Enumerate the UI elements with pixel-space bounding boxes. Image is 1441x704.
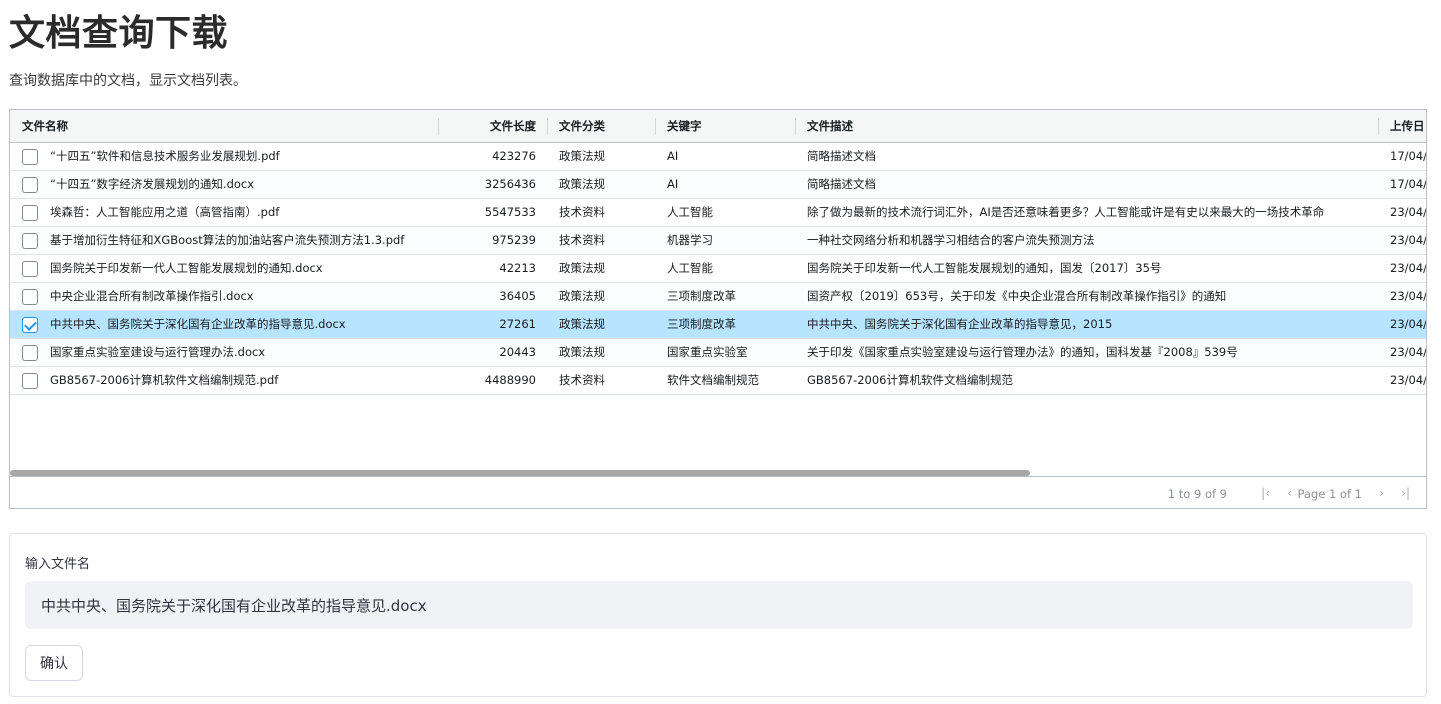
checkbox-icon[interactable] <box>22 177 38 193</box>
column-header-name[interactable]: 文件名称 <box>22 110 68 143</box>
filename-label: 输入文件名 <box>25 557 91 572</box>
cell-upload-date: 23/04/ <box>1390 205 1427 219</box>
cell-file-size: 42213 <box>499 261 536 275</box>
cell-file-name: 国家重点实验室建设与运行管理办法.docx <box>50 345 266 359</box>
cell-description: 国资产权〔2019〕653号，关于印发《中央企业混合所有制改革操作指引》的通知 <box>807 289 1227 303</box>
cell-file-category: 技术资料 <box>559 205 605 219</box>
cell-keyword: 三项制度改革 <box>667 317 736 331</box>
column-resize-handle[interactable] <box>438 118 439 135</box>
checkbox-icon[interactable] <box>22 149 38 165</box>
cell-upload-date: 23/04/ <box>1390 317 1427 331</box>
cell-file-category: 政策法规 <box>559 149 605 163</box>
cell-file-name: 埃森哲：人工智能应用之道（高管指南）.pdf <box>50 205 280 219</box>
cell-description: 中共中央、国务院关于深化国有企业改革的指导意见，2015 <box>807 317 1113 331</box>
table-row[interactable]: “十四五”软件和信息技术服务业发展规划.pdf 423276 政策法规 AI 简略描述文… <box>10 143 1426 171</box>
cell-file-name: 国务院关于印发新一代人工智能发展规划的通知.docx <box>50 261 323 275</box>
cell-file-size: 4488990 <box>484 373 536 387</box>
cell-file-size: 20443 <box>499 345 536 359</box>
grid-header: 文件名称 文件长度 文件分类 关键字 文件描述 上传日 <box>10 110 1426 143</box>
cell-keyword: AI <box>667 149 679 163</box>
cell-file-size: 5547533 <box>484 205 536 219</box>
cell-keyword: AI <box>667 177 679 191</box>
cell-description: GB8567-2006计算机软件文档编制规范 <box>807 373 1013 387</box>
cell-keyword: 人工智能 <box>667 261 713 275</box>
cell-description: 简略描述文档 <box>807 177 876 191</box>
cell-keyword: 软件文档编制规范 <box>667 373 759 387</box>
column-header-category[interactable]: 文件分类 <box>559 110 605 143</box>
cell-file-size: 3256436 <box>484 177 536 191</box>
checkbox-icon[interactable] <box>22 205 38 221</box>
table-row[interactable]: 国家重点实验室建设与运行管理办法.docx 20443 政策法规 国家重点实验室 关于印… <box>10 339 1426 367</box>
cell-keyword: 国家重点实验室 <box>667 345 748 359</box>
cell-file-category: 技术资料 <box>559 373 605 387</box>
checkbox-icon[interactable] <box>22 233 38 249</box>
table-row[interactable]: 中共中央、国务院关于深化国有企业改革的指导意见.docx 27261 政策法规 三项制… <box>10 311 1426 339</box>
cell-file-category: 技术资料 <box>559 233 605 247</box>
cell-keyword: 三项制度改革 <box>667 289 736 303</box>
pagination-bar: 1 to 9 of 9 |‹ ‹ Page 1 of 1 › ›| <box>10 476 1426 508</box>
cell-file-size: 27261 <box>499 317 536 331</box>
grid-body: “十四五”软件和信息技术服务业发展规划.pdf 423276 政策法规 AI 简略描述文… <box>10 143 1426 473</box>
column-resize-handle[interactable] <box>655 118 656 135</box>
column-header-upload-date[interactable]: 上传日 <box>1390 110 1425 143</box>
checkbox-checked-icon[interactable] <box>22 317 38 333</box>
first-page-icon[interactable]: |‹ <box>1261 486 1270 500</box>
cell-file-name: 基于增加衍生特征和XGBoost算法的加油站客户流失预测方法1.3.pdf <box>50 233 405 247</box>
cell-file-size: 975239 <box>492 233 536 247</box>
page-subtitle: 查询数据库中的文档，显示文档列表。 <box>9 73 247 89</box>
column-header-keyword[interactable]: 关键字 <box>667 110 702 143</box>
cell-description: 一种社交网络分析和机器学习相结合的客户流失预测方法 <box>807 233 1095 247</box>
column-resize-handle[interactable] <box>1378 118 1379 135</box>
checkbox-icon[interactable] <box>22 289 38 305</box>
cell-upload-date: 23/04/ <box>1390 373 1427 387</box>
column-header-description[interactable]: 文件描述 <box>807 110 853 143</box>
cell-file-category: 政策法规 <box>559 261 605 275</box>
cell-file-category: 政策法规 <box>559 289 605 303</box>
filename-input[interactable] <box>25 581 1413 629</box>
table-row[interactable]: “十四五”数字经济发展规划的通知.docx 3256436 政策法规 AI 简略描述文档… <box>10 171 1426 199</box>
cell-file-size: 423276 <box>492 149 536 163</box>
cell-description: 简略描述文档 <box>807 149 876 163</box>
documents-grid: 文件名称 文件长度 文件分类 关键字 文件描述 上传日 “十四五”软件和信息技术… <box>9 109 1427 509</box>
cell-file-name: 中央企业混合所有制改革操作指引.docx <box>50 289 254 303</box>
cell-file-name: 中共中央、国务院关于深化国有企业改革的指导意见.docx <box>50 317 346 331</box>
table-row[interactable]: 中央企业混合所有制改革操作指引.docx 36405 政策法规 三项制度改革 国资产权〔… <box>10 283 1426 311</box>
cell-description: 国务院关于印发新一代人工智能发展规划的通知，国发〔2017〕35号 <box>807 261 1162 275</box>
cell-upload-date: 23/04/ <box>1390 289 1427 303</box>
cell-upload-date: 17/04/ <box>1390 149 1427 163</box>
table-row[interactable]: 国务院关于印发新一代人工智能发展规划的通知.docx 42213 政策法规 人工智能 国… <box>10 255 1426 283</box>
cell-file-name: “十四五”数字经济发展规划的通知.docx <box>50 177 255 191</box>
column-resize-handle[interactable] <box>795 118 796 135</box>
cell-file-name: “十四五”软件和信息技术服务业发展规划.pdf <box>50 149 280 163</box>
cell-upload-date: 23/04/ <box>1390 233 1427 247</box>
row-count-summary: 1 to 9 of 9 <box>1167 487 1227 501</box>
checkbox-icon[interactable] <box>22 345 38 361</box>
table-row[interactable]: 埃森哲：人工智能应用之道（高管指南）.pdf 5547533 技术资料 人工智能 除了做… <box>10 199 1426 227</box>
cell-keyword: 机器学习 <box>667 233 713 247</box>
cell-upload-date: 23/04/ <box>1390 261 1427 275</box>
cell-file-size: 36405 <box>499 289 536 303</box>
cell-keyword: 人工智能 <box>667 205 713 219</box>
table-row[interactable]: GB8567-2006计算机软件文档编制规范.pdf 4488990 技术资料 软件文… <box>10 367 1426 395</box>
table-row[interactable]: 基于增加衍生特征和XGBoost算法的加油站客户流失预测方法1.3.pdf 975… <box>10 227 1426 255</box>
cell-description: 关于印发《国家重点实验室建设与运行管理办法》的通知，国科发基『2008』539号 <box>807 345 1238 359</box>
page-indicator: Page 1 of 1 <box>1297 487 1362 501</box>
checkbox-icon[interactable] <box>22 373 38 389</box>
page-title: 文档查询下载 <box>9 13 229 54</box>
last-page-icon[interactable]: ›| <box>1401 486 1410 500</box>
cell-upload-date: 23/04/ <box>1390 345 1427 359</box>
prev-page-icon[interactable]: ‹ <box>1287 486 1292 500</box>
cell-file-category: 政策法规 <box>559 317 605 331</box>
filename-form: 输入文件名 确认 <box>9 533 1427 697</box>
confirm-button[interactable]: 确认 <box>25 645 83 681</box>
column-header-size[interactable]: 文件长度 <box>448 110 536 143</box>
cell-upload-date: 17/04/ <box>1390 177 1427 191</box>
cell-file-category: 政策法规 <box>559 177 605 191</box>
next-page-icon[interactable]: › <box>1379 486 1384 500</box>
cell-description: 除了做为最新的技术流行词汇外，AI是否还意味着更多？人工智能或许是有史以来最大的… <box>807 205 1325 219</box>
cell-file-name: GB8567-2006计算机软件文档编制规范.pdf <box>50 373 279 387</box>
checkbox-icon[interactable] <box>22 261 38 277</box>
column-resize-handle[interactable] <box>547 118 548 135</box>
cell-file-category: 政策法规 <box>559 345 605 359</box>
